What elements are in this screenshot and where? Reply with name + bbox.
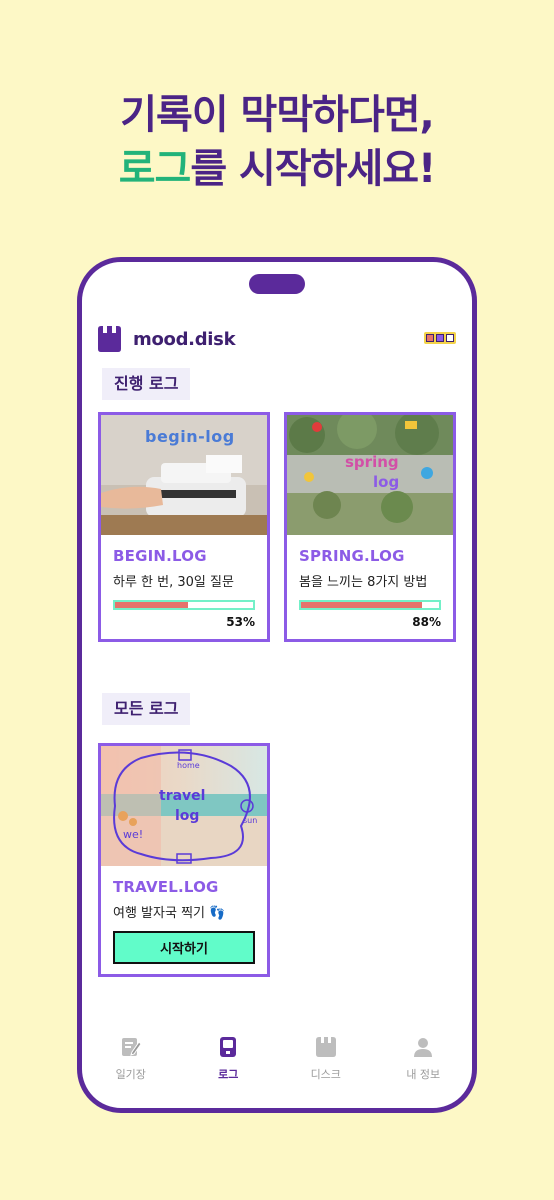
promo-headline: 기록이 막막하다면, 로그를 시작하세요! xyxy=(0,88,554,196)
tab-profile[interactable]: 내 정보 xyxy=(383,1036,463,1108)
tab-label: 디스크 xyxy=(310,1068,341,1081)
log-card-title: BEGIN.LOG xyxy=(113,547,207,565)
status-dot-white xyxy=(446,334,454,342)
headline-rest: 를 시작하세요! xyxy=(190,146,436,192)
progress-bar-fill xyxy=(115,602,189,608)
log-card-description: 봄을 느끼는 8가지 방법 xyxy=(299,575,428,590)
headline-accent: 로그 xyxy=(118,146,192,192)
phone-notch xyxy=(249,274,305,294)
log-card-description: 하루 한 번, 30일 질문 xyxy=(113,575,234,590)
app-title: mood.disk xyxy=(133,328,236,350)
tab-log[interactable]: 로그 xyxy=(188,1036,268,1108)
spring-log-doodle-text: spring xyxy=(345,453,399,471)
begin-log-thumbnail: begin-log xyxy=(101,415,267,535)
tab-diary[interactable]: 일기장 xyxy=(91,1036,171,1108)
progress-bar-fill xyxy=(301,602,423,608)
section-label-ongoing: 진행 로그 xyxy=(102,368,191,400)
spring-log-thumbnail: spring log xyxy=(287,415,453,535)
travel-log-thumbnail: home travel log we! sun xyxy=(101,746,267,866)
header-status-dots xyxy=(424,332,456,344)
progress-bar xyxy=(113,600,255,610)
headline-line-1: 기록이 막막하다면, xyxy=(120,92,435,138)
travel-doodle-sun: sun xyxy=(243,816,258,825)
phone-frame: mood.disk 진행 로그 begin-log BEGIN.LOG 하루 한… xyxy=(77,257,477,1113)
tab-label: 내 정보 xyxy=(406,1068,441,1081)
travel-doodle-travel: travel xyxy=(159,788,206,804)
status-dot-red xyxy=(426,334,434,342)
log-card-travel[interactable]: home travel log we! sun TRAVEL.LOG 여행 발자… xyxy=(98,743,270,977)
disk-icon xyxy=(98,326,121,352)
progress-bar xyxy=(299,600,441,610)
begin-log-doodle-text: begin-log xyxy=(145,427,235,446)
diary-edit-icon xyxy=(120,1036,142,1062)
log-card-title: TRAVEL.LOG xyxy=(113,878,219,896)
headline-line-2: 로그를 시작하세요! xyxy=(0,142,554,196)
bottom-tab-bar: 일기장 로그 디스크 내 정보 xyxy=(82,1018,472,1108)
start-log-button[interactable]: 시작하기 xyxy=(113,931,255,964)
log-card-description: 여행 발자국 찍기 👣 xyxy=(113,906,226,921)
log-card-begin[interactable]: begin-log BEGIN.LOG 하루 한 번, 30일 질문 53% xyxy=(98,412,270,642)
travel-doodle-we: we! xyxy=(123,828,144,841)
status-dot-purple xyxy=(436,334,444,342)
tab-label: 로그 xyxy=(218,1068,239,1081)
spring-log-doodle-text-2: log xyxy=(373,473,400,491)
log-device-icon xyxy=(217,1036,239,1062)
progress-percent: 53% xyxy=(226,615,255,629)
travel-doodle-log: log xyxy=(175,808,200,824)
travel-doodle-home: home xyxy=(177,761,200,770)
progress-percent: 88% xyxy=(412,615,441,629)
disk-icon xyxy=(315,1036,337,1062)
profile-icon xyxy=(412,1036,434,1062)
app-header: mood.disk xyxy=(98,324,456,354)
section-label-all: 모든 로그 xyxy=(102,693,191,725)
tab-disk[interactable]: 디스크 xyxy=(286,1036,366,1108)
log-card-title: SPRING.LOG xyxy=(299,547,405,565)
tab-label: 일기장 xyxy=(115,1068,146,1081)
log-card-spring[interactable]: spring log SPRING.LOG 봄을 느끼는 8가지 방법 88% xyxy=(284,412,456,642)
